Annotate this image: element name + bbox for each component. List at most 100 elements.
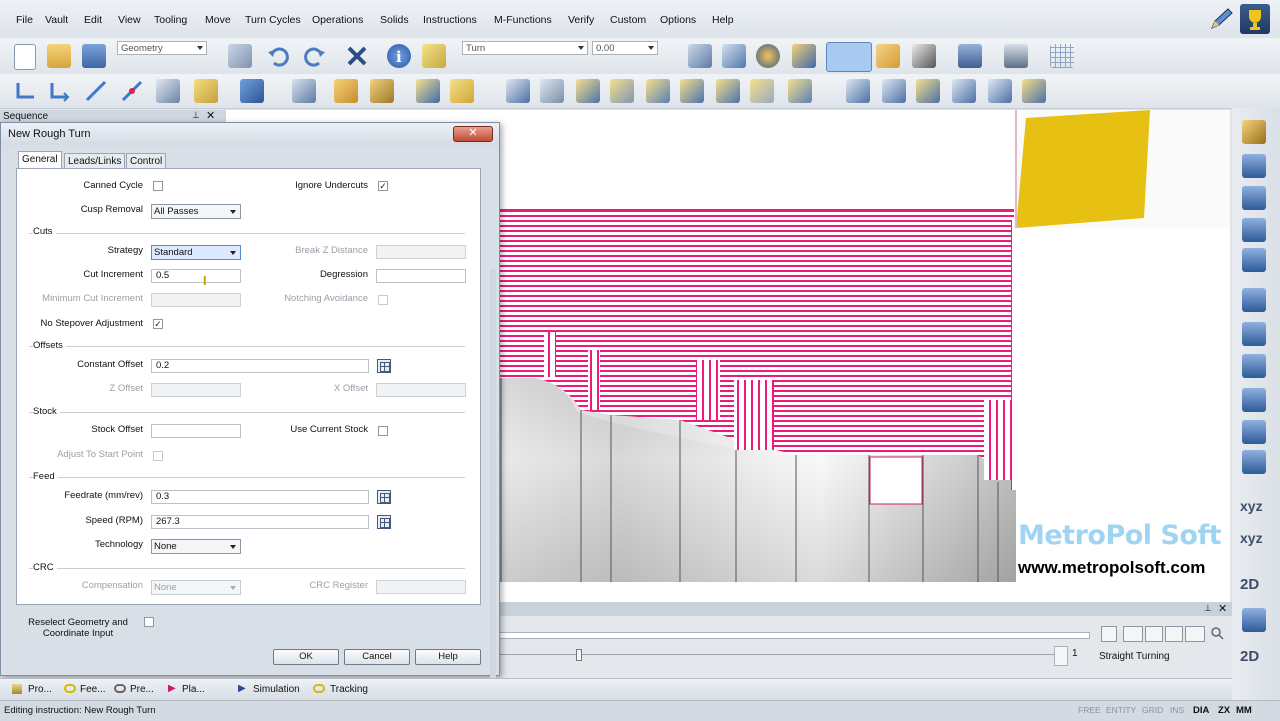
trophy-icon[interactable] bbox=[1240, 4, 1270, 34]
pin-icon[interactable]: ⊥ bbox=[192, 110, 200, 121]
menu-options[interactable]: Options bbox=[660, 14, 696, 26]
counter-spinner[interactable] bbox=[1054, 646, 1068, 666]
reselect-geometry-checkbox[interactable] bbox=[144, 617, 154, 627]
face-icon[interactable] bbox=[416, 79, 440, 103]
profile-icon[interactable] bbox=[750, 79, 774, 103]
first-button[interactable] bbox=[1123, 626, 1143, 642]
view-2d-icon-2[interactable]: 2D bbox=[1240, 648, 1259, 665]
undo-icon[interactable] bbox=[266, 44, 290, 68]
offset-icon[interactable] bbox=[1242, 218, 1266, 242]
speed-calculator-icon[interactable] bbox=[377, 515, 391, 529]
anim-close-icon[interactable]: ✕ bbox=[1218, 602, 1227, 615]
dialog-scrollbar[interactable] bbox=[490, 269, 496, 705]
step-icon[interactable] bbox=[680, 79, 704, 103]
verify-icon[interactable] bbox=[846, 79, 870, 103]
degression-field[interactable] bbox=[376, 269, 466, 283]
contour-right-icon[interactable] bbox=[1242, 154, 1266, 178]
tilt-icon[interactable] bbox=[1242, 354, 1266, 378]
approach-icon[interactable] bbox=[916, 79, 940, 103]
menu-turn-cycles[interactable]: Turn Cycles bbox=[245, 14, 301, 26]
grid-icon[interactable] bbox=[1050, 44, 1074, 68]
measure-icon[interactable] bbox=[422, 44, 446, 68]
help-button[interactable]: Help bbox=[415, 649, 481, 665]
solid-view-icon[interactable] bbox=[912, 44, 936, 68]
point-line-icon[interactable] bbox=[120, 79, 144, 103]
menu-m-functions[interactable]: M-Functions bbox=[494, 14, 552, 26]
diagonal-line-icon[interactable] bbox=[84, 79, 108, 103]
menu-verify[interactable]: Verify bbox=[568, 14, 594, 26]
drill-tool-icon[interactable] bbox=[194, 79, 218, 103]
canned-cycle-checkbox[interactable] bbox=[153, 181, 163, 191]
speed-field[interactable]: 267.3 bbox=[151, 515, 369, 529]
adjust-to-start-point-checkbox[interactable] bbox=[153, 451, 163, 461]
save-icon[interactable] bbox=[82, 44, 106, 68]
value-combo[interactable]: 0.00 bbox=[592, 41, 658, 55]
sync-icon[interactable] bbox=[1022, 79, 1046, 103]
feedrate-field[interactable]: 0.3 bbox=[151, 490, 369, 504]
plunge-icon[interactable] bbox=[716, 79, 740, 103]
speed-slider-thumb[interactable] bbox=[576, 649, 582, 661]
measure-tool-icon[interactable] bbox=[1004, 44, 1028, 68]
dialog-close-button[interactable]: ✕ bbox=[453, 126, 493, 142]
tool-holder-icon[interactable] bbox=[958, 44, 982, 68]
xyz-view-icon[interactable]: xyz bbox=[1240, 530, 1263, 546]
spindle-icon[interactable] bbox=[1242, 388, 1266, 412]
close-icon[interactable]: ✕ bbox=[206, 109, 215, 122]
play-button[interactable] bbox=[1165, 626, 1183, 642]
line-angle-icon[interactable] bbox=[48, 79, 72, 103]
tab-control[interactable]: Control bbox=[126, 153, 167, 169]
thread-icon[interactable] bbox=[450, 79, 474, 103]
line-tool-icon[interactable] bbox=[14, 79, 38, 103]
open-folder-icon[interactable] bbox=[47, 44, 71, 68]
menu-custom[interactable]: Custom bbox=[610, 14, 646, 26]
finish-icon[interactable] bbox=[540, 79, 564, 103]
transform-icon[interactable] bbox=[688, 44, 712, 68]
prev-button[interactable] bbox=[1145, 626, 1163, 642]
ignore-undercuts-checkbox[interactable]: ✓ bbox=[378, 181, 388, 191]
no-stepover-checkbox[interactable]: ✓ bbox=[153, 319, 163, 329]
tab-preview[interactable]: Pre... bbox=[130, 684, 154, 695]
menu-view[interactable]: View bbox=[118, 14, 141, 26]
min-cut-increment-field[interactable] bbox=[151, 293, 241, 307]
cutoff-icon[interactable] bbox=[788, 79, 812, 103]
menu-tooling[interactable]: Tooling bbox=[154, 14, 187, 26]
new-file-icon[interactable] bbox=[14, 44, 36, 70]
hand-icon[interactable] bbox=[334, 79, 358, 103]
ok-button[interactable]: OK bbox=[273, 649, 339, 665]
tab-feed[interactable]: Fee... bbox=[80, 684, 106, 695]
view-2d-icon[interactable]: 2D bbox=[1240, 576, 1259, 593]
strategy-select[interactable]: Standard bbox=[151, 245, 241, 260]
menu-edit[interactable]: Edit bbox=[84, 14, 102, 26]
rough-icon[interactable] bbox=[506, 79, 530, 103]
step-right-icon[interactable] bbox=[1242, 186, 1266, 210]
tab-process[interactable]: Pro... bbox=[28, 684, 52, 695]
use-current-stock-checkbox[interactable] bbox=[378, 426, 388, 436]
crc-register-field[interactable] bbox=[376, 580, 466, 594]
redo-icon[interactable] bbox=[303, 44, 327, 68]
last-button[interactable] bbox=[1185, 626, 1205, 642]
menu-help[interactable]: Help bbox=[712, 14, 734, 26]
tab-plan[interactable]: Pla... bbox=[182, 684, 205, 695]
cusp-removal-select[interactable]: All Passes bbox=[151, 204, 241, 219]
chart-icon[interactable] bbox=[1242, 288, 1266, 312]
groove-right-icon[interactable] bbox=[1242, 248, 1266, 272]
contour-icon[interactable] bbox=[576, 79, 600, 103]
tab-leads-links[interactable]: Leads/Links bbox=[64, 153, 126, 169]
groove-tool-icon[interactable] bbox=[240, 79, 264, 103]
view-cube-icon[interactable] bbox=[826, 42, 872, 72]
cut-increment-field[interactable]: 0.5 bbox=[151, 269, 241, 283]
pen-tool-icon[interactable] bbox=[292, 79, 316, 103]
chamfer-icon[interactable] bbox=[156, 79, 180, 103]
stock-offset-field[interactable] bbox=[151, 424, 241, 438]
pencil-icon[interactable] bbox=[1208, 6, 1234, 32]
notching-avoidance-checkbox[interactable] bbox=[378, 295, 388, 305]
menu-vault[interactable]: Vault bbox=[45, 14, 68, 26]
x-offset-field[interactable] bbox=[376, 383, 466, 397]
turn-combo[interactable]: Turn bbox=[462, 41, 588, 55]
xyz-icon[interactable]: xyz bbox=[1240, 498, 1263, 514]
menu-operations[interactable]: Operations bbox=[312, 14, 363, 26]
arrow-right-icon[interactable] bbox=[1242, 322, 1266, 346]
compensation-select[interactable]: None bbox=[151, 580, 241, 595]
path-icon[interactable] bbox=[1242, 608, 1266, 632]
feedrate-calculator-icon[interactable] bbox=[377, 490, 391, 504]
